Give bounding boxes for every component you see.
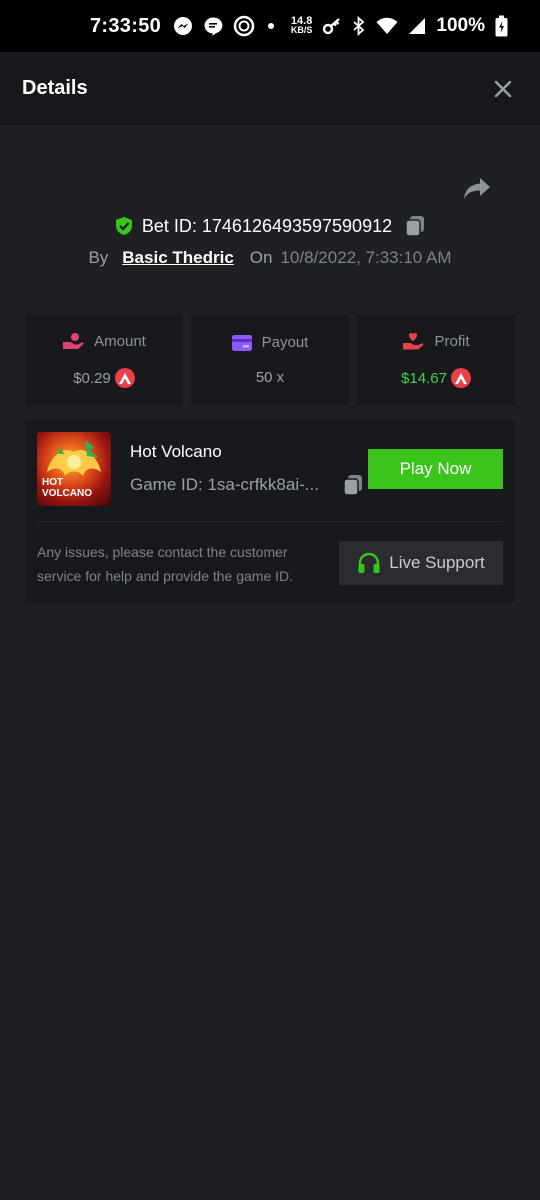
close-icon [494,80,512,97]
signal-icon [409,18,426,34]
stat-payout-value: 50 x [255,369,285,386]
stat-profit-label: Profit [434,332,470,350]
share-button[interactable] [462,176,492,202]
live-support-button[interactable]: Live Support [339,541,503,585]
thumb-title-volcano: VOLCANO [42,488,92,499]
card-icon [231,334,252,351]
hand-heart-icon [403,333,424,350]
hand-coin-icon [63,333,84,349]
close-button[interactable] [488,74,518,104]
status-right: 14.8 KB/S 100% [291,15,508,37]
crypto-coin-icon [114,368,135,388]
thumb-title-hot: HOT [42,477,64,488]
battery-percent: 100% [436,15,485,36]
copy-icon [405,216,425,237]
support-help-text: Any issues, please contact the customer … [37,544,294,584]
game-id-row: Game ID: 1sa-crfkk8ai-... [130,474,364,496]
live-support-label: Live Support [389,553,485,572]
by-label: By [88,248,109,267]
stat-profit: Profit $14.67 [357,315,515,405]
net-speed: 14.8 KB/S [290,15,313,35]
messenger-icon [174,17,193,35]
chat-icon [204,17,223,36]
divider [37,521,503,522]
bluetooth-icon [353,16,365,36]
bet-id: Bet ID: 1746126493597590912 [141,215,393,236]
game-title: Hot Volcano [130,442,222,461]
details-header: Details [0,52,540,125]
app-ring-icon [233,15,255,37]
notification-icons [173,15,277,37]
stat-amount-label: Amount [94,332,146,350]
copy-icon [343,475,362,496]
game-thumbnail[interactable]: HOT VOLCANO [37,432,111,506]
status-time: 7:33:50 [90,14,162,37]
headset-icon [358,552,380,573]
stat-amount: Amount $0.29 [25,315,183,405]
on-label: On [249,248,273,267]
play-now-button[interactable]: Play Now [368,449,503,489]
more-dot-icon [268,23,275,29]
copy-bet-id-button[interactable] [404,215,426,237]
stat-payout: Payout 50 x [191,315,349,405]
battery-charging-icon [495,15,508,37]
copy-game-id-button[interactable] [342,474,364,496]
stat-payout-label: Payout [261,334,309,351]
bet-id-row: Bet ID: 1746126493597590912 [0,212,540,240]
share-icon [464,178,490,199]
verified-shield-icon [115,217,132,235]
crypto-coin-icon [450,368,471,388]
stat-amount-value: $0.29 [73,369,111,387]
page-title: Details [22,77,88,99]
game-card: HOT VOLCANO Hot Volcano Game ID: 1sa-crf… [25,420,515,603]
status-bar: 7:33:50 14.8 KB/S 100% [0,0,540,52]
bet-stats: Amount $0.29 Payout 50 x Profit $14.67 [25,315,515,405]
stat-profit-value: $14.67 [401,369,447,387]
bet-meta-row: By Basic Thedric On 10/8/2022, 7:33:10 A… [0,245,540,271]
wifi-icon [376,17,398,34]
game-id: Game ID: 1sa-crfkk8ai-... [130,475,319,494]
user-link[interactable]: Basic Thedric [122,248,234,268]
bet-date: 10/8/2022, 7:33:10 AM [280,248,452,267]
key-icon [323,18,341,35]
